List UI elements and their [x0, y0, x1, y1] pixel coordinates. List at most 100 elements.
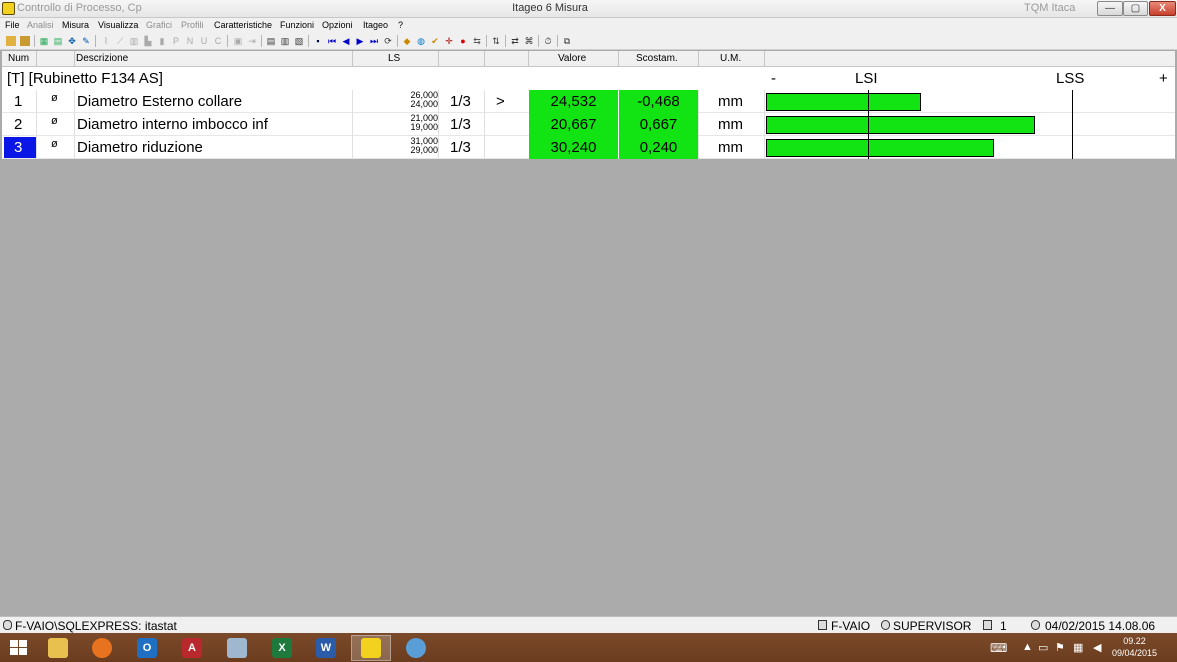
network-icon[interactable]: ▦ — [1073, 641, 1083, 654]
row-number[interactable]: 2 — [4, 114, 37, 135]
crosshair-icon[interactable]: ✛ — [444, 36, 454, 46]
paint-icon — [406, 638, 426, 658]
menu-caratteristiche[interactable]: Caratteristiche — [214, 20, 272, 30]
table-row[interactable]: 3 ø Diametro riduzione 31,000 29,000 1/3… — [2, 136, 1175, 159]
line-chart-icon[interactable]: ⟋ — [115, 36, 125, 46]
arrows-icon[interactable]: ⇆ — [472, 36, 482, 46]
bar-chart-icon[interactable]: ▥ — [129, 36, 139, 46]
measured-value[interactable]: 24,532 — [529, 90, 618, 113]
documents-icon[interactable]: ▥ — [280, 36, 290, 46]
menu-analisi[interactable]: Analisi — [27, 20, 54, 30]
u-chart-icon[interactable]: U — [199, 36, 209, 46]
np-chart-icon[interactable]: N — [185, 36, 195, 46]
menu-grafici[interactable]: Grafici — [146, 20, 172, 30]
next-record-icon[interactable]: ▶ — [355, 36, 365, 46]
p-chart-icon[interactable]: P — [171, 36, 181, 46]
table-row[interactable]: 1 ø Diametro Esterno collare 26,000 24,0… — [2, 90, 1175, 113]
report-icon[interactable]: ▣ — [233, 36, 243, 46]
computer-icon — [818, 620, 827, 630]
refresh-icon[interactable]: ⟳ — [383, 36, 393, 46]
show-hidden-icons-icon[interactable]: ▲ — [1022, 641, 1033, 653]
notes-icon[interactable]: ▧ — [294, 36, 304, 46]
calculator-taskbar-button[interactable] — [217, 635, 257, 661]
itageo-taskbar-button[interactable] — [351, 635, 391, 661]
access-taskbar-button[interactable]: A — [172, 635, 212, 661]
sample-count: 1/3 — [450, 116, 471, 133]
column-divider — [764, 90, 765, 159]
windows-icon[interactable]: ⧉ — [562, 36, 572, 46]
menu-funzioni[interactable]: Funzioni — [280, 20, 314, 30]
minimize-button[interactable]: — — [1097, 1, 1123, 16]
timer-icon[interactable]: ⏱ — [543, 36, 553, 46]
unit-label: mm — [718, 93, 743, 110]
grid-icon[interactable]: ▦ — [39, 36, 49, 46]
menu-visualizza[interactable]: Visualizza — [98, 20, 138, 30]
flag-icon[interactable]: ⚑ — [1055, 641, 1065, 654]
menu-itageo[interactable]: Itageo — [363, 20, 388, 30]
taskbar-clock[interactable]: 09.22 09/04/2015 — [1112, 635, 1157, 659]
transfer-icon[interactable]: ⇄ — [510, 36, 520, 46]
globe-icon[interactable]: ◍ — [416, 36, 426, 46]
windows-start-icon[interactable] — [10, 640, 28, 656]
menu-file[interactable]: File — [5, 20, 20, 30]
table-icon[interactable]: ▤ — [53, 36, 63, 46]
header-value[interactable]: Valore — [558, 53, 586, 64]
tolerance-bar — [766, 116, 1035, 134]
measured-value[interactable]: 20,667 — [529, 113, 618, 136]
battery-icon[interactable]: ▭ — [1038, 641, 1048, 654]
last-record-icon[interactable]: ⏭ — [369, 36, 379, 46]
header-ls[interactable]: LS — [388, 53, 400, 64]
diameter-icon: ø — [51, 92, 58, 104]
folder-icon[interactable] — [20, 36, 30, 46]
menu-help[interactable]: ? — [398, 20, 403, 30]
first-record-icon[interactable]: ⏮ — [327, 36, 337, 46]
row-number[interactable]: 1 — [4, 91, 37, 112]
c-chart-icon[interactable]: C — [213, 36, 223, 46]
excel-taskbar-button[interactable]: X — [262, 635, 302, 661]
column-divider — [352, 51, 353, 67]
header-description[interactable]: Descrizione — [76, 53, 128, 64]
firefox-taskbar-button[interactable] — [82, 635, 122, 661]
menu-opzioni[interactable]: Opzioni — [322, 20, 353, 30]
word-taskbar-button[interactable]: W — [306, 635, 346, 661]
menu-bar: File Analisi Misura Visualizza Grafici P… — [0, 18, 1177, 33]
column-divider — [36, 90, 37, 159]
lss-limit-line — [1072, 90, 1073, 159]
column-chart-icon[interactable]: ▮ — [157, 36, 167, 46]
group-title: [T] [Rubinetto F134 AS] — [7, 70, 163, 87]
record-icon[interactable]: ● — [458, 36, 468, 46]
move-icon[interactable]: ✥ — [67, 36, 77, 46]
previous-record-icon[interactable]: ◀ — [341, 36, 351, 46]
chart-icon[interactable]: ⌇ — [101, 36, 111, 46]
measured-value[interactable]: 30,240 — [529, 136, 618, 159]
check-icon[interactable]: ✔ — [430, 36, 440, 46]
link-icon[interactable]: ⌘ — [524, 36, 534, 46]
export-icon[interactable]: ⇥ — [247, 36, 257, 46]
maximize-button[interactable]: ▢ — [1123, 1, 1148, 16]
diamond-icon[interactable]: ◆ — [402, 36, 412, 46]
keyboard-icon[interactable]: ⌨ — [990, 641, 1007, 655]
pencil-icon[interactable]: ✎ — [81, 36, 91, 46]
sort-icon[interactable]: ⇅ — [491, 36, 501, 46]
column-divider — [438, 90, 439, 159]
header-num[interactable]: Num — [8, 53, 29, 64]
explorer-taskbar-button[interactable] — [38, 635, 78, 661]
close-button[interactable]: X — [1149, 1, 1176, 16]
tolerance-bar — [766, 93, 921, 111]
menu-profili[interactable]: Profili — [181, 20, 204, 30]
outlook-taskbar-button[interactable]: O — [127, 635, 167, 661]
header-deviation[interactable]: Scostam. — [636, 53, 678, 64]
lower-limit: 29,000 — [410, 145, 438, 155]
group-header-row[interactable]: [T] [Rubinetto F134 AS] - LSI LSS + — [2, 67, 1175, 90]
row-number-selected[interactable]: 3 — [4, 137, 37, 158]
unit-label: mm — [718, 139, 743, 156]
volume-icon[interactable]: ◀ — [1093, 641, 1101, 654]
save-icon[interactable]: ▪ — [313, 36, 323, 46]
header-unit[interactable]: U.M. — [720, 53, 741, 64]
open-folder-icon[interactable] — [6, 36, 16, 46]
menu-misura[interactable]: Misura — [62, 20, 89, 30]
document-icon[interactable]: ▤ — [266, 36, 276, 46]
paint-taskbar-button[interactable] — [396, 635, 436, 661]
table-row[interactable]: 2 ø Diametro interno imbocco inf 21,000 … — [2, 113, 1175, 136]
histogram-icon[interactable]: ▙ — [143, 36, 153, 46]
